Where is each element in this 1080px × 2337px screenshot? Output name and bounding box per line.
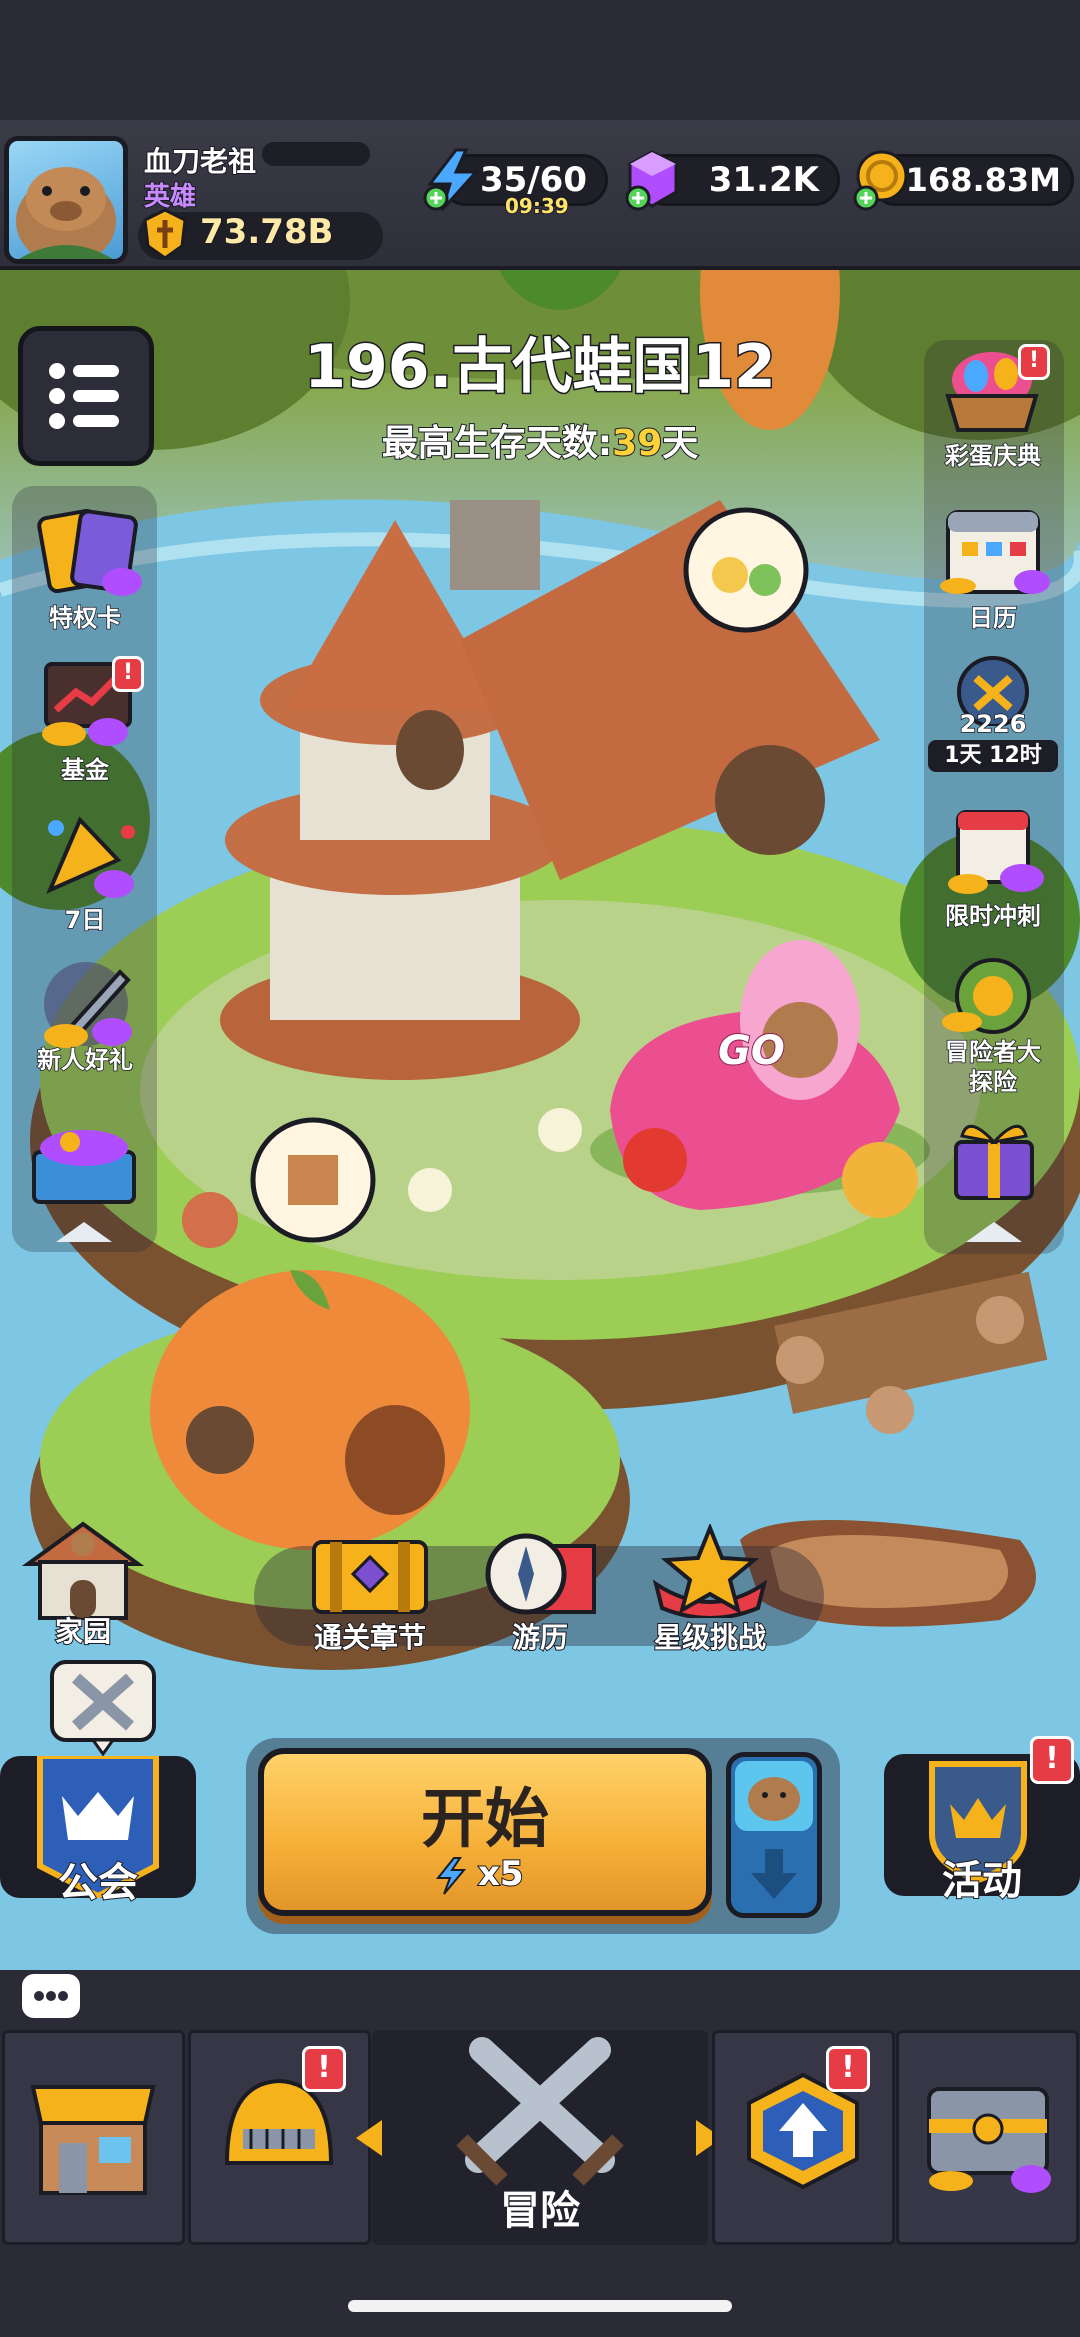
star-challenge-button[interactable]: 星级挑战 — [640, 1522, 780, 1658]
crossed-swords-icon — [456, 2037, 624, 2186]
explorer-button[interactable]: 冒险者大 探险 — [918, 956, 1068, 1106]
start-energy-icon — [434, 1856, 468, 1896]
seven-day-button[interactable]: 7日 — [10, 802, 160, 942]
events-label: 活动 — [941, 1857, 1023, 1905]
privilege-card-label: 特权卡 — [48, 603, 122, 633]
carrot-house — [150, 1270, 470, 1550]
start-button[interactable]: 开始 x5 — [258, 1748, 712, 1916]
home-button[interactable]: 家园 — [18, 1514, 148, 1654]
nav-adventure-label: 冒险 — [500, 2188, 580, 2234]
arena-button[interactable]: 2226 1天 12时 — [918, 656, 1068, 776]
kart-go-label[interactable]: GO — [717, 1027, 786, 1075]
home-label: 家园 — [54, 1614, 112, 1649]
nav-adventure[interactable]: 冒险 — [372, 2030, 708, 2245]
star-crown-icon — [652, 1522, 768, 1620]
chat-button[interactable] — [22, 1974, 80, 2018]
guild-button[interactable]: 公会 — [0, 1753, 196, 1907]
newbie-gift-button[interactable]: 新人好礼 — [10, 954, 160, 1094]
energy-icon — [422, 148, 484, 212]
calendar-label: 日历 — [968, 603, 1018, 633]
fund-label: 基金 — [60, 755, 110, 785]
treasure-box-icon — [32, 1130, 136, 1204]
nav-prev-arrow-icon[interactable] — [354, 2118, 384, 2158]
calendar-button[interactable]: 日历 — [918, 506, 1068, 636]
privilege-card-button[interactable]: 特权卡 — [10, 500, 160, 640]
limited-sprint-button[interactable]: 限时冲刺 — [918, 806, 1068, 936]
newbie-gift-label: 新人好礼 — [36, 1045, 134, 1075]
left-panel-collapse-icon[interactable] — [54, 1220, 114, 1244]
power-value: 73.78B — [199, 211, 334, 253]
chapter-chest-icon — [312, 1540, 428, 1614]
coin-icon — [850, 148, 914, 212]
events-alert-badge: ! — [1030, 1736, 1074, 1784]
main-menu-button[interactable] — [18, 326, 154, 466]
sword-gift-icon — [44, 962, 132, 1048]
arena-score: 2226 — [959, 709, 1027, 739]
travel-label: 游历 — [511, 1620, 569, 1655]
nav-treasure[interactable] — [896, 2030, 1079, 2245]
explorer-label-line2: 探险 — [968, 1067, 1018, 1097]
compass-map-icon — [485, 1533, 596, 1615]
start-cost: x5 — [477, 1853, 525, 1895]
travel-button[interactable]: 游历 — [470, 1528, 610, 1658]
gem-value: 31.2K — [708, 160, 819, 200]
fund-alert-badge: ! — [112, 656, 144, 692]
record-label: 最高生存天数: — [381, 422, 613, 465]
home-indicator — [348, 2300, 732, 2312]
chest-icon — [927, 2087, 1051, 2193]
auto-battle-toggle[interactable] — [726, 1752, 822, 1918]
power-icon — [142, 208, 188, 260]
compass-wreath-icon — [942, 958, 1031, 1034]
nav-shop[interactable] — [2, 2030, 185, 2245]
party-popper-icon — [46, 816, 135, 898]
start-label: 开始 — [421, 1783, 549, 1857]
crossed-swords-badge-icon — [50, 1660, 156, 1757]
calendar-icon — [940, 510, 1050, 594]
chat-icon — [34, 1991, 68, 2001]
shop-icon — [30, 2085, 156, 2195]
name-plate — [262, 142, 370, 166]
gift-box-icon — [954, 1125, 1034, 1200]
easter-egg-alert-badge: ! — [1018, 344, 1050, 380]
treasure-box-button[interactable] — [10, 1108, 160, 1208]
arena-timer: 1天 12时 — [928, 740, 1058, 772]
player-name: 血刀老祖 — [143, 144, 257, 179]
bookshelf-bubble — [250, 1117, 376, 1243]
capybara-arrow-icon — [735, 1761, 813, 1899]
coin-value: 168.83M — [905, 161, 1061, 199]
star-challenge-label: 星级挑战 — [653, 1620, 767, 1655]
privilege-card-icon — [37, 508, 142, 596]
right-panel-collapse-icon[interactable] — [964, 1220, 1024, 1244]
record-unit: 天 — [661, 422, 699, 465]
energy-timer: 09:39 — [504, 193, 570, 219]
battle-pass-button[interactable] — [46, 1656, 160, 1757]
home-house-icon — [21, 1521, 145, 1620]
equipment-alert-badge: ! — [302, 2046, 346, 2092]
easter-egg-label: 彩蛋庆典 — [944, 441, 1042, 471]
quest-bubble-food — [683, 507, 809, 633]
gift-box-button[interactable] — [918, 1106, 1068, 1206]
capybara-avatar-icon — [16, 167, 116, 259]
seven-day-label: 7日 — [64, 905, 106, 935]
guild-label: 公会 — [57, 1859, 139, 1907]
player-avatar[interactable] — [4, 136, 128, 264]
limited-sprint-label: 限时冲刺 — [944, 901, 1042, 931]
record-value: 39 — [611, 422, 663, 465]
status-bar — [0, 0, 1080, 120]
chapter-clear-label: 通关章节 — [313, 1620, 427, 1655]
upgrade-alert-badge: ! — [826, 2046, 870, 2092]
menu-icon — [49, 363, 119, 429]
chapter-clear-button[interactable]: 通关章节 — [300, 1528, 440, 1658]
gem-icon — [622, 148, 686, 212]
sprint-calendar-icon — [948, 810, 1044, 894]
